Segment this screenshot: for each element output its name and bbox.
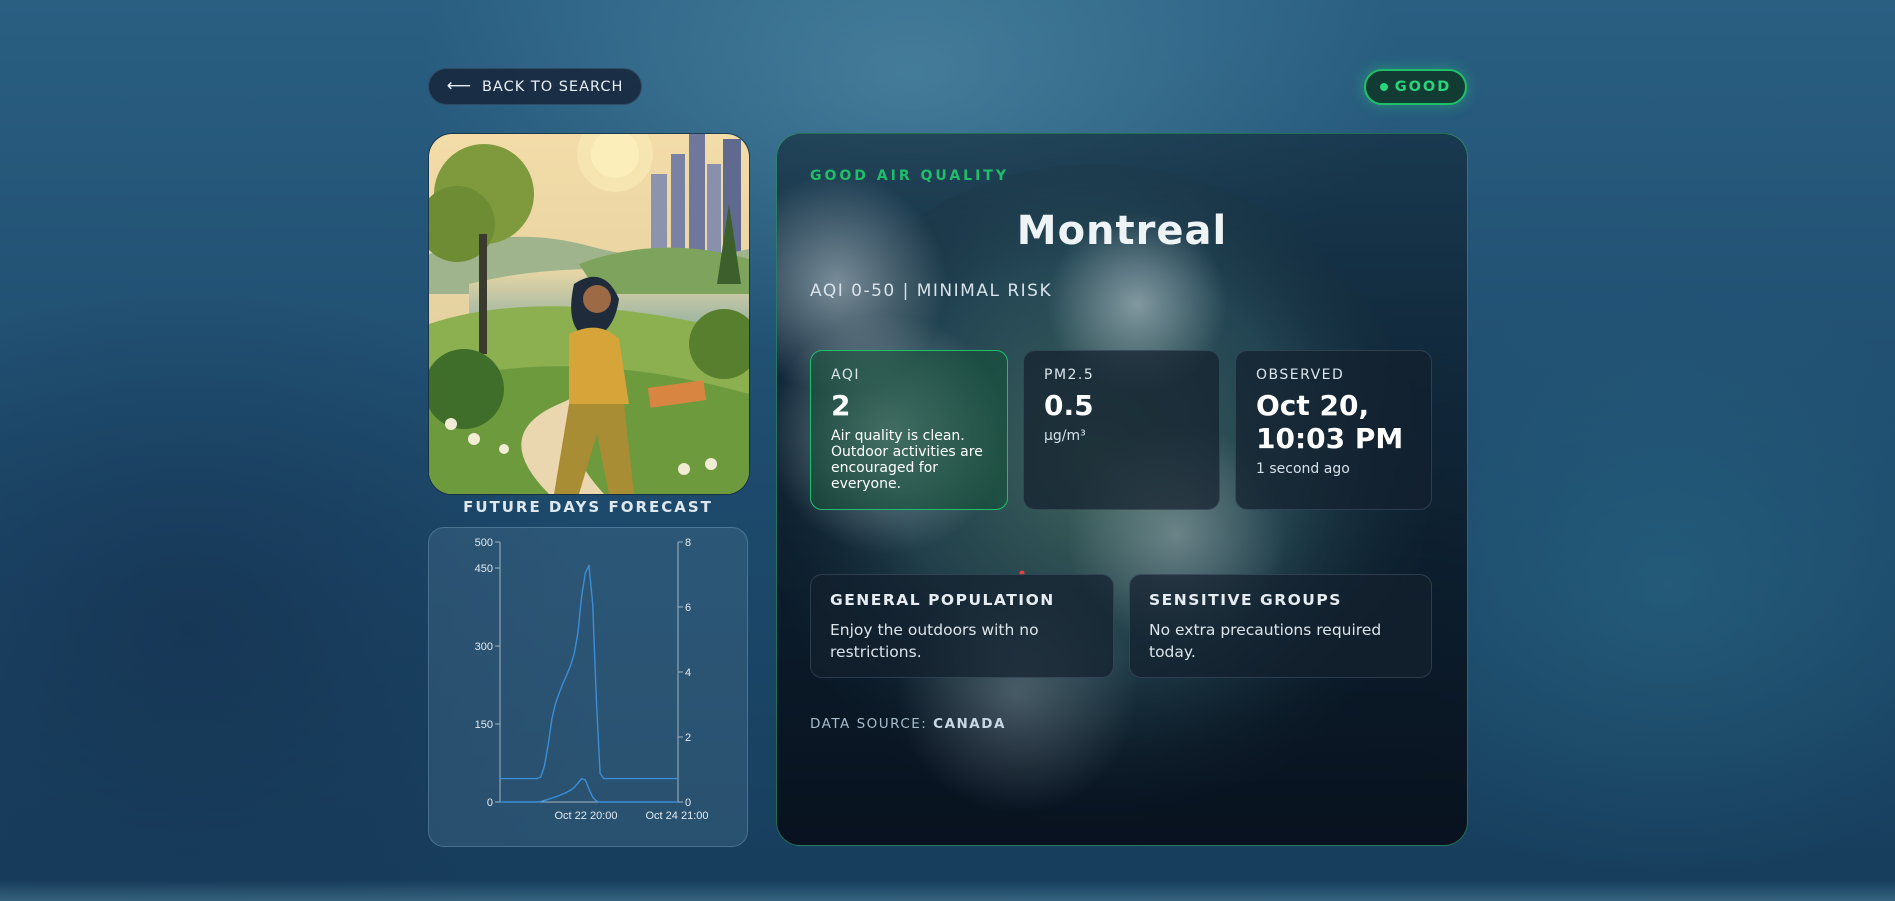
status-badge: GOOD [1364, 69, 1467, 105]
pm25-label: PM2.5 [1044, 367, 1095, 383]
arrow-left-icon: ⟵ [446, 76, 472, 96]
left-tick-label: 300 [475, 641, 493, 653]
x-tick-label: Oct 24 21:00 [646, 810, 709, 822]
aqi-label: AQI [831, 367, 860, 383]
forecast-series-line-2 [500, 777, 678, 803]
city-name: Montreal [1016, 208, 1228, 254]
forecast-series-line-1 [500, 564, 678, 780]
aqi-note: Air quality is clean. Outdoor activities… [831, 428, 983, 493]
status-badge-label: GOOD [1394, 79, 1452, 95]
left-tick-label: 500 [475, 537, 493, 549]
observed-relative: 1 second ago [1256, 461, 1350, 478]
bottom-glow [0, 880, 1895, 901]
aqi-value: 2 [831, 389, 851, 422]
pm25-value: 0.5 [1044, 389, 1094, 422]
general-population-card: GENERAL POPULATION Enjoy the outdoors wi… [810, 574, 1114, 678]
left-tick-label: 150 [475, 719, 493, 731]
pm25-unit: µg/m³ [1044, 428, 1086, 445]
back-to-search-button[interactable]: ⟵ BACK TO SEARCH [428, 68, 642, 105]
right-tick-label: 6 [685, 602, 691, 614]
observed-stat-card: OBSERVED Oct 20, 10:03 PM 1 second ago [1235, 350, 1432, 510]
forecast-chart: 0 150 300 450 500 0 2 4 6 8 Oct 22 20:00 Oct 24 … [428, 527, 748, 847]
quality-eyebrow: GOOD AIR QUALITY [810, 168, 1009, 184]
sensitive-groups-title: SENSITIVE GROUPS [1149, 591, 1342, 609]
observed-time: Oct 20, 10:03 PM [1256, 389, 1404, 456]
left-tick-label: 0 [487, 797, 493, 809]
sensitive-groups-card: SENSITIVE GROUPS No extra precautions re… [1129, 574, 1432, 678]
forecast-title: FUTURE DAYS FORECAST [463, 498, 713, 516]
general-population-title: GENERAL POPULATION [830, 591, 1055, 609]
observed-label: OBSERVED [1256, 367, 1345, 383]
sensitive-groups-text: No extra precautions required today. [1149, 621, 1382, 662]
data-source-prefix: DATA SOURCE: [810, 716, 928, 732]
data-source: DATA SOURCE: CANADA [810, 716, 1006, 732]
right-tick-label: 2 [685, 732, 691, 744]
right-tick-label: 0 [685, 797, 691, 809]
aqi-range: AQI 0-50 | MINIMAL RISK [810, 281, 1053, 301]
aqi-stat-card: AQI 2 Air quality is clean. Outdoor acti… [810, 350, 1008, 510]
right-tick-label: 4 [685, 667, 691, 679]
park-illustration [428, 133, 750, 495]
left-tick-label: 450 [475, 563, 493, 575]
status-dot-icon [1379, 83, 1388, 91]
x-tick-label: Oct 22 20:00 [555, 810, 618, 822]
air-quality-card: GOOD AIR QUALITY Montreal AQI 0-50 | MIN… [776, 133, 1468, 846]
general-population-text: Enjoy the outdoors with no restrictions. [830, 621, 1039, 662]
pm25-stat-card: PM2.5 0.5 µg/m³ [1023, 350, 1220, 510]
back-to-search-label: BACK TO SEARCH [481, 78, 624, 95]
right-tick-label: 8 [685, 537, 691, 549]
data-source-value: CANADA [933, 716, 1006, 732]
forecast-chart-svg: 0 150 300 450 500 0 2 4 6 8 Oct 22 20:00 Oct 24 … [475, 537, 709, 822]
